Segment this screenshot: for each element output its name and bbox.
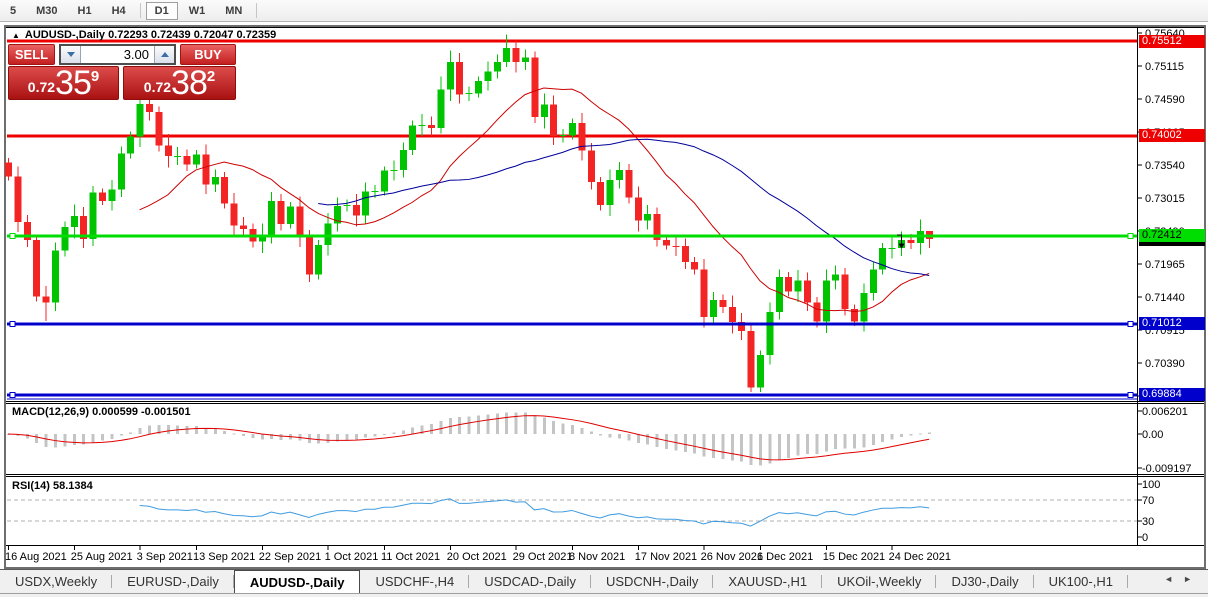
svg-text:1 Oct 2021: 1 Oct 2021 xyxy=(325,551,379,563)
ma-slow-line xyxy=(318,139,929,275)
sell-price-big-digits: 35 xyxy=(55,68,91,98)
bottom-strip xyxy=(0,593,1208,597)
svg-text:0.71965: 0.71965 xyxy=(1145,259,1185,271)
tab-scroll-arrows: ◄► xyxy=(1164,574,1202,584)
sell-price-panel[interactable]: 0.72359 xyxy=(8,66,119,100)
macd-indicator-title: MACD(12,26,9) 0.000599 -0.001501 xyxy=(12,406,191,418)
price-tag-0.75512: 0.75512 xyxy=(1139,35,1205,48)
svg-text:-0.009197: -0.009197 xyxy=(1142,463,1192,475)
volume-decrease-button[interactable] xyxy=(61,46,81,63)
svg-text:0.006201: 0.006201 xyxy=(1142,406,1188,418)
buy-button[interactable]: BUY xyxy=(180,44,236,65)
sell-price-pip-digit: 9 xyxy=(91,68,99,85)
svg-text:0.74590: 0.74590 xyxy=(1145,94,1185,106)
chart-tab-xauusd-h1[interactable]: XAUUSD-,H1 xyxy=(713,570,822,593)
rsi-pane xyxy=(7,499,1137,526)
svg-text:11 Oct 2021: 11 Oct 2021 xyxy=(381,551,440,563)
price-tag-0.72412: 0.72412 xyxy=(1139,229,1205,242)
date-axis: 16 Aug 2021 25 Aug 2021 3 Sep 202113 Sep 2… xyxy=(5,546,951,563)
price-tag-0.71012: 0.71012 xyxy=(1139,317,1205,330)
svg-text:0.73015: 0.73015 xyxy=(1145,193,1185,205)
chart-tab-eurusd-daily[interactable]: EURUSD-,Daily xyxy=(112,570,234,593)
chart-tab-usdcnh-daily[interactable]: USDCNH-,Daily xyxy=(591,570,713,593)
chart-tab-audusd-daily[interactable]: AUDUSD-,Daily xyxy=(234,570,361,593)
svg-text:0.71440: 0.71440 xyxy=(1145,292,1185,304)
chart-tab-uk100-h1[interactable]: UK100-,H1 xyxy=(1034,570,1128,593)
svg-text:25 Aug 2021: 25 Aug 2021 xyxy=(71,551,133,563)
triangle-up-icon xyxy=(161,52,169,57)
level-lines xyxy=(7,233,1137,399)
chart-tab-ukoil-weekly[interactable]: UKOil-,Weekly xyxy=(822,570,936,593)
buy-price-panel[interactable]: 0.72382 xyxy=(123,66,236,100)
rsi-indicator-title: RSI(14) 58.1384 xyxy=(12,480,93,492)
svg-text:0.73540: 0.73540 xyxy=(1145,160,1185,172)
svg-text:24 Dec 2021: 24 Dec 2021 xyxy=(889,551,951,563)
rsi-axis: 100 70 30 0 xyxy=(1138,479,1160,544)
svg-text:29 Oct 2021: 29 Oct 2021 xyxy=(513,551,573,563)
svg-text:13 Sep 2021: 13 Sep 2021 xyxy=(193,551,255,563)
svg-text:30: 30 xyxy=(1142,516,1154,528)
svg-text:26 Nov 2021: 26 Nov 2021 xyxy=(701,551,763,563)
volume-increase-button[interactable] xyxy=(154,46,174,63)
rsi-line xyxy=(140,499,930,526)
price-axis: 0.756400.751150.745900.740650.735400.730… xyxy=(1138,28,1185,403)
pane-borders xyxy=(6,27,1204,546)
svg-text:100: 100 xyxy=(1142,479,1160,491)
svg-text:15 Dec 2021: 15 Dec 2021 xyxy=(823,551,885,563)
volume-control xyxy=(59,44,176,65)
chart-ohlc-values: 0.72293 0.72439 0.72047 0.72359 xyxy=(108,29,276,41)
svg-text:0.70390: 0.70390 xyxy=(1145,358,1185,370)
buy-price-pip-digit: 2 xyxy=(207,68,215,85)
price-tag-0.74002: 0.74002 xyxy=(1139,129,1205,142)
chart-tab-usdx-weekly[interactable]: USDX,Weekly xyxy=(0,570,112,593)
chart-tab-dj30-daily[interactable]: DJ30-,Daily xyxy=(936,570,1033,593)
price-tag-0.69884: 0.69884 xyxy=(1139,388,1205,401)
svg-text:0.00: 0.00 xyxy=(1142,429,1163,441)
chart-tab-usdchf-h4[interactable]: USDCHF-,H4 xyxy=(360,570,469,593)
sell-price-prefix: 0.72 xyxy=(28,79,55,95)
chart-title: ▲ AUDUSD-,Daily 0.72293 0.72439 0.72047 0… xyxy=(12,29,276,41)
volume-input[interactable] xyxy=(81,46,154,63)
macd-pane xyxy=(7,412,931,465)
collapse-toggle-icon[interactable]: ▲ xyxy=(12,31,20,40)
svg-text:17 Nov 2021: 17 Nov 2021 xyxy=(635,551,697,563)
svg-text:8 Nov 2021: 8 Nov 2021 xyxy=(569,551,625,563)
mt4-chart-screen: 5M30H1H4D1W1MN 0.756400.751150.745900.74… xyxy=(0,0,1208,597)
buy-price-prefix: 0.72 xyxy=(144,79,171,95)
svg-text:0.75115: 0.75115 xyxy=(1145,61,1184,73)
tab-scroll-right-icon[interactable]: ► xyxy=(1183,574,1202,584)
svg-text:20 Oct 2021: 20 Oct 2021 xyxy=(447,551,507,563)
svg-text:70: 70 xyxy=(1142,495,1154,507)
tab-scroll-left-icon[interactable]: ◄ xyxy=(1164,574,1183,584)
svg-text:16 Aug 2021: 16 Aug 2021 xyxy=(5,551,67,563)
chart-tab-bar: USDX,WeeklyEURUSD-,DailyAUDUSD-,DailyUSD… xyxy=(0,569,1208,593)
svg-text:6 Dec 2021: 6 Dec 2021 xyxy=(757,551,813,563)
chart-tab-usdcad-daily[interactable]: USDCAD-,Daily xyxy=(469,570,591,593)
chart-symbol-label: AUDUSD-,Daily xyxy=(25,29,105,41)
buy-price-big-digits: 38 xyxy=(171,68,207,98)
sell-button[interactable]: SELL xyxy=(8,44,55,65)
svg-text:3 Sep 2021: 3 Sep 2021 xyxy=(137,551,193,563)
macd-axis: 0.006201 0.00 -0.009197 xyxy=(1138,406,1192,475)
svg-text:0: 0 xyxy=(1142,532,1148,544)
triangle-down-icon xyxy=(67,52,75,57)
one-click-trading-panel: SELL BUY 0.72359 0.72382 xyxy=(8,44,236,100)
svg-text:22 Sep 2021: 22 Sep 2021 xyxy=(259,551,321,563)
